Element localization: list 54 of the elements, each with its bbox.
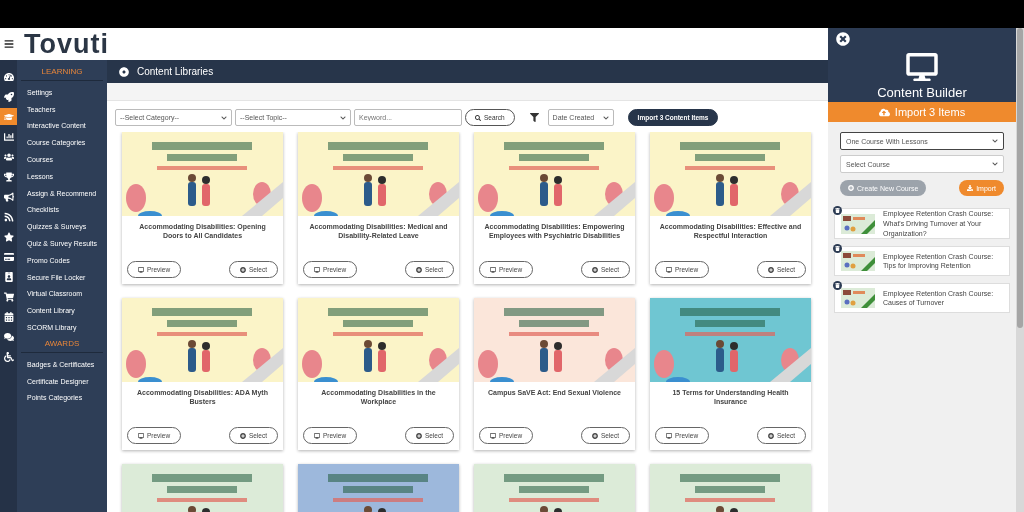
- badge-icon: [3, 271, 14, 282]
- target-icon: [119, 66, 129, 77]
- cloud-upload-icon: [878, 106, 890, 118]
- chevron-icon: [992, 138, 998, 144]
- plus-icon: [239, 266, 246, 273]
- monitor-icon: [666, 432, 672, 439]
- chevron-icon: [221, 114, 227, 121]
- plus-icon: [415, 432, 422, 439]
- bar-chart-icon: [3, 131, 14, 142]
- monitor-icon: [666, 266, 672, 273]
- plus-icon: [848, 185, 854, 191]
- plus-icon: [767, 266, 774, 273]
- section-heading: LEARNING: [21, 64, 103, 81]
- dashboard-icon: [3, 71, 14, 82]
- chevron-icon: [602, 114, 609, 121]
- section-heading: AWARDS: [21, 335, 103, 353]
- plus-icon: [767, 432, 774, 439]
- chevron-icon: [340, 114, 346, 121]
- monitor-icon: [138, 432, 144, 439]
- chat-icon: [3, 331, 14, 342]
- search-icon: [475, 114, 481, 121]
- users-icon: [3, 151, 14, 162]
- remove-icon[interactable]: [833, 281, 842, 291]
- trophy-icon: [3, 171, 14, 182]
- page-title: Content Libraries: [137, 66, 214, 77]
- scrollbar[interactable]: [1017, 28, 1023, 328]
- close-icon[interactable]: [836, 32, 850, 46]
- menu-icon[interactable]: [4, 39, 14, 49]
- remove-icon[interactable]: [833, 244, 842, 254]
- megaphone-icon: [3, 191, 14, 202]
- plus-icon: [415, 266, 422, 273]
- plus-icon: [591, 432, 598, 439]
- remove-icon[interactable]: [833, 206, 842, 215]
- monitor-icon: [490, 266, 496, 273]
- monitor-icon: [138, 266, 144, 273]
- logo: Tovuti: [24, 28, 109, 60]
- download-icon: [967, 185, 974, 191]
- graduation-cap-icon: [3, 111, 14, 122]
- cart-icon: [3, 291, 14, 302]
- wheelchair-icon: [3, 351, 14, 362]
- monitor-icon: [906, 53, 938, 81]
- monitor-icon: [490, 432, 496, 439]
- star-icon: [3, 231, 14, 242]
- rocket-icon: [3, 91, 14, 102]
- card-icon: [3, 251, 14, 262]
- signal-icon: [3, 211, 14, 222]
- chevron-icon: [992, 161, 998, 167]
- calendar-icon: [3, 311, 14, 322]
- panel-title: Content Builder: [877, 85, 967, 100]
- plus-icon: [591, 266, 598, 273]
- monitor-icon: [314, 432, 320, 439]
- monitor-icon: [314, 266, 320, 273]
- plus-icon: [239, 432, 246, 439]
- filter-icon[interactable]: [529, 113, 539, 122]
